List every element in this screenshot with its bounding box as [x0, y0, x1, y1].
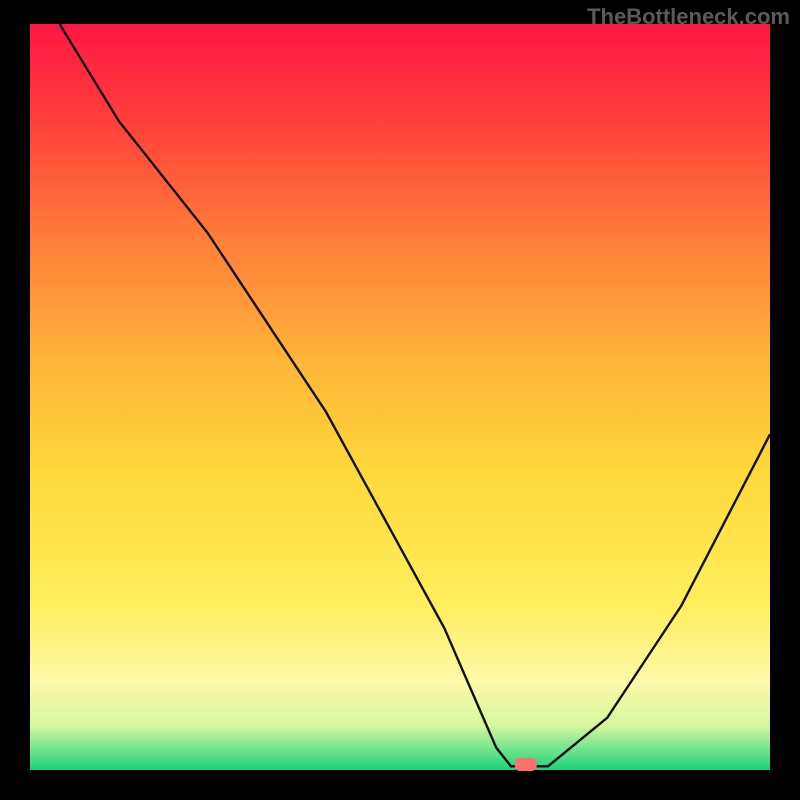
chart-plot-area [30, 24, 770, 770]
watermark-label: TheBottleneck.com [587, 4, 790, 30]
bottleneck-chart: TheBottleneck.com [0, 0, 800, 800]
target-marker [515, 758, 537, 771]
chart-canvas [0, 0, 800, 800]
